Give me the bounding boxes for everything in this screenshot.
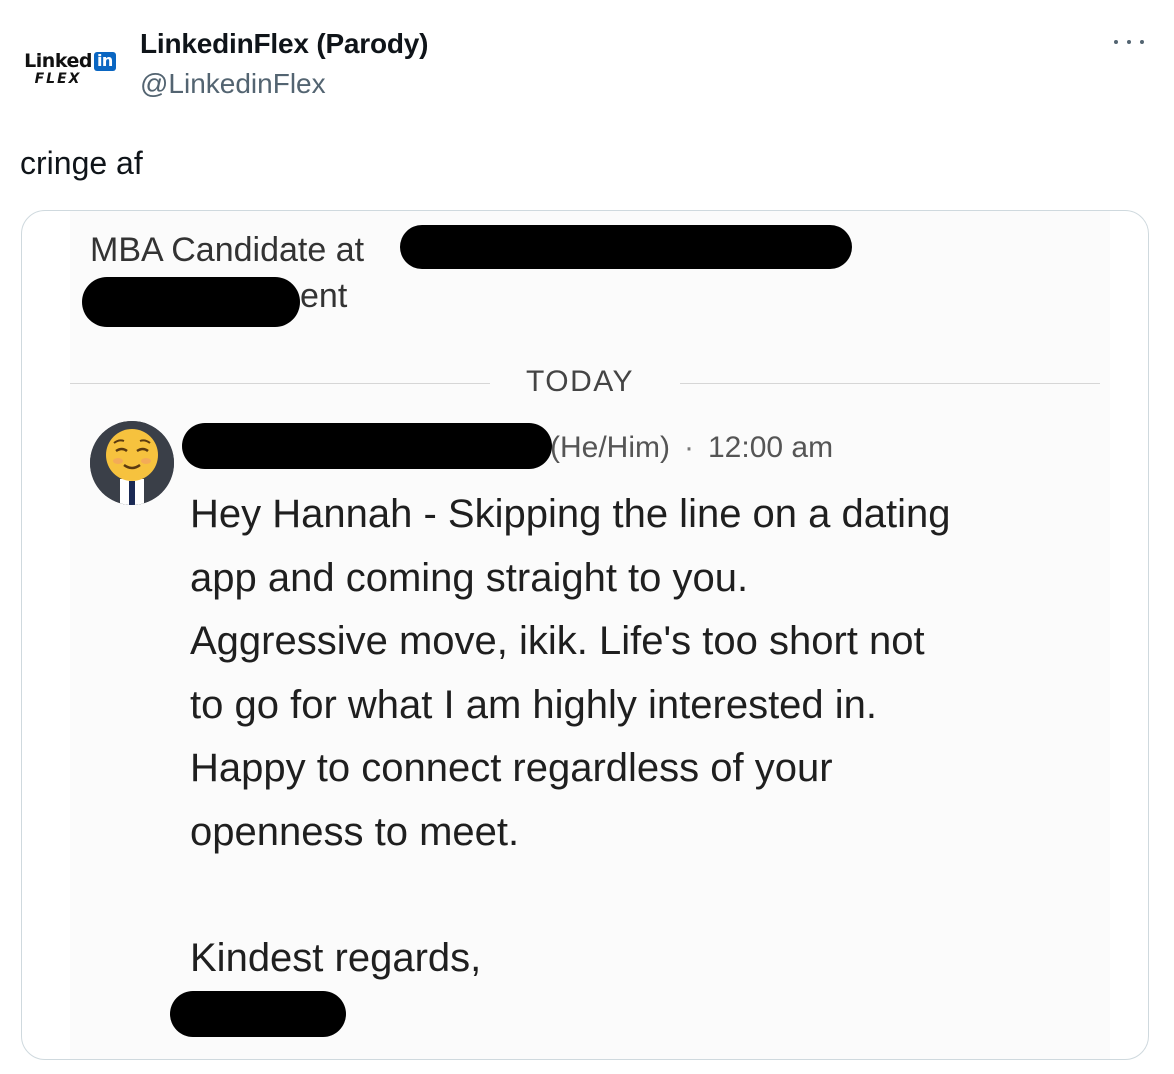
redaction-bar (182, 423, 552, 469)
linkedin-flex-logo: Linked in (24, 52, 116, 71)
message-timestamp: 12:00 am (708, 431, 834, 464)
relieved-face-icon (90, 421, 174, 505)
redaction-bar (170, 991, 346, 1037)
message-line: Happy to connect regardless of your (190, 746, 833, 790)
message-signoff: Kindest regards, (190, 936, 482, 980)
message-screenshot: MBA Candidate at ent TODAY (He/Him) · 12… (70, 211, 1110, 1059)
redaction-bar (82, 277, 300, 327)
message-line: app and coming straight to you. (190, 555, 749, 600)
sender-avatar (90, 421, 174, 505)
message-body: Hey Hannah - Skipping the line on a dati… (190, 483, 1070, 991)
sender-meta: (He/Him) · 12:00 am (550, 431, 834, 464)
message-line: Hey Hannah - Skipping the line on a dati… (190, 492, 951, 536)
day-divider: TODAY (70, 361, 1110, 407)
tweet: Linked in FLEX LinkedinFlex (Parody) @Lin… (0, 0, 1174, 1074)
message-line: to go for what I am highly interested in… (190, 682, 878, 727)
display-name[interactable]: LinkedinFlex (Parody) (140, 28, 428, 60)
message-line: openness to meet. (190, 809, 520, 854)
profile-avatar[interactable]: Linked in FLEX (18, 30, 122, 108)
more-options-icon[interactable] (1114, 34, 1144, 50)
tweet-text: cringe af (20, 145, 143, 181)
user-handle[interactable]: @LinkedinFlex (140, 68, 326, 100)
logo-flex-text: FLEX (34, 71, 82, 87)
sender-pronouns: (He/Him) (550, 431, 670, 464)
message-line: Aggressive move, ikik. Life's too short … (190, 619, 925, 663)
tweet-media-image[interactable]: MBA Candidate at ent TODAY (He/Him) · 12… (21, 210, 1149, 1060)
redaction-bar (400, 225, 852, 269)
day-divider-label: TODAY (525, 365, 635, 398)
